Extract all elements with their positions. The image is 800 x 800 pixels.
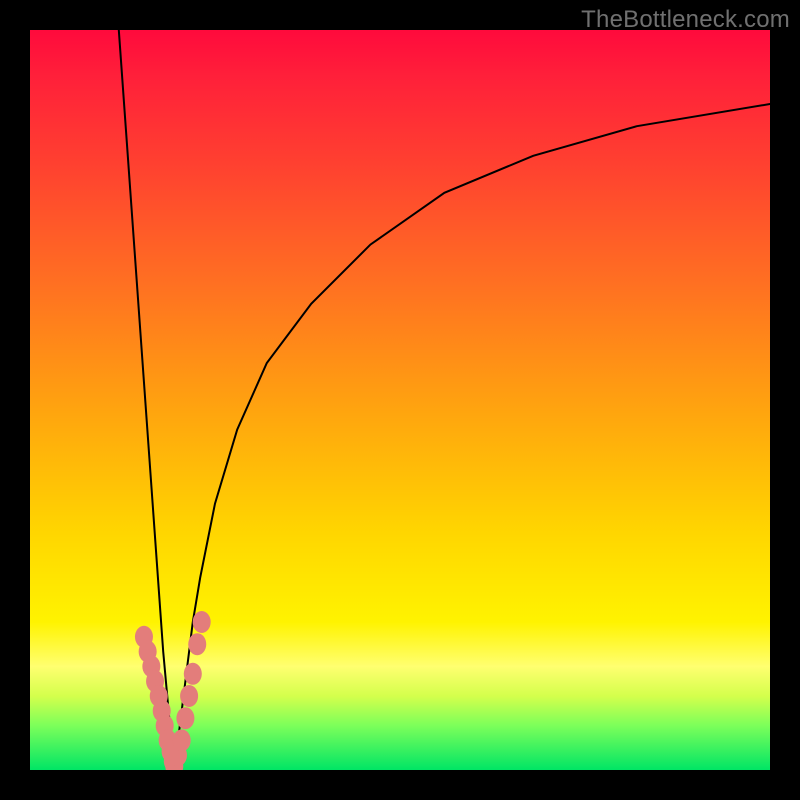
data-bead: [176, 707, 194, 729]
curve-right-branch: [174, 104, 770, 770]
data-bead: [193, 611, 211, 633]
data-bead: [188, 633, 206, 655]
chart-svg-layer: [30, 30, 770, 770]
chart-plot-area: [30, 30, 770, 770]
data-beads: [135, 611, 211, 770]
data-bead: [173, 729, 191, 751]
watermark-text: TheBottleneck.com: [581, 6, 790, 34]
data-bead: [184, 663, 202, 685]
chart-frame: TheBottleneck.com: [0, 0, 800, 800]
data-bead: [180, 685, 198, 707]
